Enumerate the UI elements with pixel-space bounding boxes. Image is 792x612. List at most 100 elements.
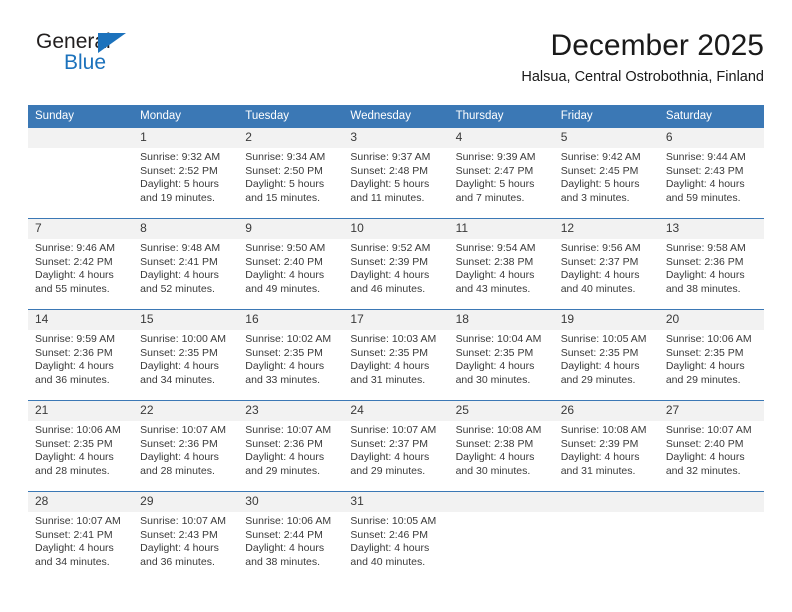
calendar-day-cell[interactable]: 22 Sunrise: 10:07 AM Sunset: 2:36 PM Daylig… [133, 400, 239, 492]
sun-info-line: Sunset: 2:39 PM [350, 255, 429, 268]
sun-info-line: Daylight: 4 hours [350, 360, 430, 373]
sun-info-line: and 3 minutes. [560, 191, 630, 204]
calendar-day-cell[interactable]: 15 Sunrise: 10:00 AM Sunset: 2:35 PM Daylig… [133, 309, 239, 401]
calendar-day-cell[interactable]: 30 Sunrise: 10:06 AM Sunset: 2:44 PM Daylig… [238, 491, 344, 582]
sun-info-line: Sunrise: 9:37 AM [350, 151, 431, 163]
day-number: 23 [238, 401, 344, 421]
calendar-day-cell[interactable]: 2 Sunrise: 9:34 AM Sunset: 2:50 PM Daylight… [238, 127, 344, 219]
calendar-day-cell[interactable]: 5 Sunrise: 9:42 AM Sunset: 2:45 PM Daylight… [553, 127, 659, 219]
day-sun-info [659, 512, 764, 515]
calendar-day-cell[interactable]: 16 Sunrise: 10:02 AM Sunset: 2:35 PM Daylig… [238, 309, 344, 401]
day-cell-inner: 23 Sunrise: 10:07 AM Sunset: 2:36 PM Daylig… [238, 401, 344, 491]
calendar-day-cell[interactable]: 23 Sunrise: 10:07 AM Sunset: 2:36 PM Daylig… [238, 400, 344, 492]
sun-info-line: Sunrise: 9:52 AM [350, 242, 431, 254]
sun-info-line: Sunset: 2:38 PM [455, 255, 534, 268]
day-cell-inner: 28 Sunrise: 10:07 AM Sunset: 2:41 PM Daylig… [28, 492, 134, 582]
day-sun-info: Sunrise: 10:07 AM Sunset: 2:41 PM Daylight… [28, 512, 133, 569]
sun-info-line: Daylight: 4 hours [245, 269, 325, 282]
calendar-day-cell[interactable]: 28 Sunrise: 10:07 AM Sunset: 2:41 PM Daylig… [28, 491, 134, 582]
sun-info-line: Daylight: 5 hours [245, 178, 325, 191]
calendar-day-cell[interactable]: 11 Sunrise: 9:54 AM Sunset: 2:38 PM Dayligh… [448, 218, 554, 310]
sun-info-line: and 59 minutes. [665, 191, 741, 204]
calendar-day-cell[interactable]: 20 Sunrise: 10:06 AM Sunset: 2:35 PM Daylig… [658, 309, 764, 401]
calendar-day-cell[interactable]: 4 Sunrise: 9:39 AM Sunset: 2:47 PM Daylight… [448, 127, 554, 219]
day-sun-info: Sunrise: 9:59 AM Sunset: 2:36 PM Daylight:… [28, 330, 133, 387]
calendar-day-cell[interactable]: 7 Sunrise: 9:46 AM Sunset: 2:42 PM Daylight… [28, 218, 134, 310]
day-sun-info: Sunrise: 9:44 AM Sunset: 2:43 PM Daylight:… [659, 148, 764, 205]
sun-info-line: and 29 minutes. [245, 464, 320, 477]
sun-info-line: Sunset: 2:35 PM [350, 346, 429, 359]
day-number: 26 [553, 401, 659, 421]
day-number: 24 [343, 401, 449, 421]
calendar-day-cell[interactable]: 25 Sunrise: 10:08 AM Sunset: 2:38 PM Daylig… [448, 400, 554, 492]
calendar-day-cell[interactable]: 1 Sunrise: 9:32 AM Sunset: 2:52 PM Daylight… [133, 127, 239, 219]
day-number: 9 [238, 219, 344, 239]
sun-info-line: and 46 minutes. [350, 282, 426, 295]
calendar-day-cell[interactable]: 27 Sunrise: 10:07 AM Sunset: 2:40 PM Daylig… [658, 400, 764, 492]
calendar-day-cell[interactable]: 18 Sunrise: 10:04 AM Sunset: 2:35 PM Daylig… [448, 309, 554, 401]
calendar-day-cell[interactable]: 31 Sunrise: 10:05 AM Sunset: 2:46 PM Daylig… [343, 491, 449, 582]
sun-info-line: and 38 minutes. [665, 282, 741, 295]
sun-info-line: and 31 minutes. [560, 464, 636, 477]
sun-info-line: Sunrise: 10:02 AM [245, 333, 332, 345]
sun-info-line: Sunrise: 10:04 AM [455, 333, 542, 345]
sun-info-line: Sunset: 2:42 PM [35, 255, 113, 268]
day-sun-info: Sunrise: 9:52 AM Sunset: 2:39 PM Daylight:… [343, 239, 448, 296]
calendar-day-cell[interactable]: 14 Sunrise: 9:59 AM Sunset: 2:36 PM Dayligh… [28, 309, 134, 401]
day-number: 15 [133, 310, 239, 330]
calendar-day-cell[interactable]: 24 Sunrise: 10:07 AM Sunset: 2:37 PM Daylig… [343, 400, 449, 492]
general-blue-logo[interactable]: General Blue [36, 30, 216, 86]
day-sun-info: Sunrise: 9:50 AM Sunset: 2:40 PM Daylight:… [238, 239, 343, 296]
day-cell-inner: 30 Sunrise: 10:06 AM Sunset: 2:44 PM Daylig… [238, 492, 344, 582]
calendar-day-cell[interactable]: 13 Sunrise: 9:58 AM Sunset: 2:36 PM Dayligh… [658, 218, 764, 310]
day-sun-info: Sunrise: 10:08 AM Sunset: 2:39 PM Daylight… [554, 421, 659, 478]
sun-info-line: and 34 minutes. [140, 373, 215, 386]
sun-info-line: and 11 minutes. [350, 191, 425, 204]
sun-info-line: Sunset: 2:50 PM [245, 164, 323, 177]
day-number: 8 [133, 219, 239, 239]
sun-info-line: Sunrise: 9:56 AM [560, 242, 641, 254]
day-cell-inner [28, 128, 134, 218]
sun-info-line: Daylight: 4 hours [665, 360, 745, 373]
sun-info-line: Sunset: 2:36 PM [665, 255, 744, 268]
day-cell-inner: 16 Sunrise: 10:02 AM Sunset: 2:35 PM Daylig… [238, 310, 344, 400]
calendar-week-row: 14 Sunrise: 9:59 AM Sunset: 2:36 PM Dayligh… [28, 309, 764, 401]
calendar-day-cell[interactable]: 26 Sunrise: 10:08 AM Sunset: 2:39 PM Daylig… [553, 400, 659, 492]
calendar-day-cell[interactable]: 9 Sunrise: 9:50 AM Sunset: 2:40 PM Daylight… [238, 218, 344, 310]
calendar-day-cell[interactable]: 8 Sunrise: 9:48 AM Sunset: 2:41 PM Daylight… [133, 218, 239, 310]
day-cell-inner: 12 Sunrise: 9:56 AM Sunset: 2:37 PM Dayligh… [553, 219, 659, 309]
day-cell-inner [553, 492, 659, 582]
sun-info-line: and 29 minutes. [560, 373, 636, 386]
sun-info-line: Sunset: 2:35 PM [35, 437, 113, 450]
sun-info-line: Sunrise: 10:06 AM [35, 424, 121, 436]
calendar-day-cell[interactable]: 6 Sunrise: 9:44 AM Sunset: 2:43 PM Daylight… [658, 127, 764, 219]
sun-info-line: and 15 minutes. [245, 191, 320, 204]
location-subtitle: Halsua, Central Ostrobothnia, Finland [521, 69, 764, 85]
sun-info-line: Sunset: 2:37 PM [350, 437, 429, 450]
calendar-day-cell[interactable]: 10 Sunrise: 9:52 AM Sunset: 2:39 PM Dayligh… [343, 218, 449, 310]
title-block: December 2025 Halsua, Central Ostrobothn… [521, 26, 764, 87]
sun-info-line: Sunset: 2:47 PM [455, 164, 534, 177]
day-sun-info: Sunrise: 10:08 AM Sunset: 2:38 PM Daylight… [449, 421, 554, 478]
day-cell-inner: 20 Sunrise: 10:06 AM Sunset: 2:35 PM Daylig… [658, 310, 764, 400]
day-number: 19 [553, 310, 659, 330]
sun-info-line: Daylight: 4 hours [35, 451, 114, 464]
sun-info-line: Sunrise: 10:08 AM [455, 424, 542, 436]
calendar-day-cell[interactable]: 19 Sunrise: 10:05 AM Sunset: 2:35 PM Daylig… [553, 309, 659, 401]
sun-info-line: Daylight: 4 hours [35, 269, 114, 282]
day-sun-info: Sunrise: 9:54 AM Sunset: 2:38 PM Daylight:… [449, 239, 554, 296]
day-sun-info: Sunrise: 9:32 AM Sunset: 2:52 PM Daylight:… [133, 148, 238, 205]
day-sun-info: Sunrise: 10:03 AM Sunset: 2:35 PM Daylight… [343, 330, 448, 387]
sun-info-line: Daylight: 4 hours [35, 360, 114, 373]
sun-info-line: Sunrise: 10:07 AM [140, 424, 226, 436]
calendar-day-cell[interactable]: 12 Sunrise: 9:56 AM Sunset: 2:37 PM Dayligh… [553, 218, 659, 310]
day-sun-info: Sunrise: 9:56 AM Sunset: 2:37 PM Daylight:… [554, 239, 659, 296]
weekday-header-wednesday: Wednesday [343, 105, 449, 128]
calendar-day-cell[interactable]: 17 Sunrise: 10:03 AM Sunset: 2:35 PM Daylig… [343, 309, 449, 401]
calendar-day-cell[interactable]: 29 Sunrise: 10:07 AM Sunset: 2:43 PM Daylig… [133, 491, 239, 582]
calendar-day-cell[interactable]: 3 Sunrise: 9:37 AM Sunset: 2:48 PM Daylight… [343, 127, 449, 219]
day-number: 25 [448, 401, 554, 421]
day-cell-inner: 11 Sunrise: 9:54 AM Sunset: 2:38 PM Dayligh… [448, 219, 554, 309]
sun-info-line: Sunrise: 10:07 AM [665, 424, 752, 436]
calendar-day-cell[interactable]: 21 Sunrise: 10:06 AM Sunset: 2:35 PM Daylig… [28, 400, 134, 492]
